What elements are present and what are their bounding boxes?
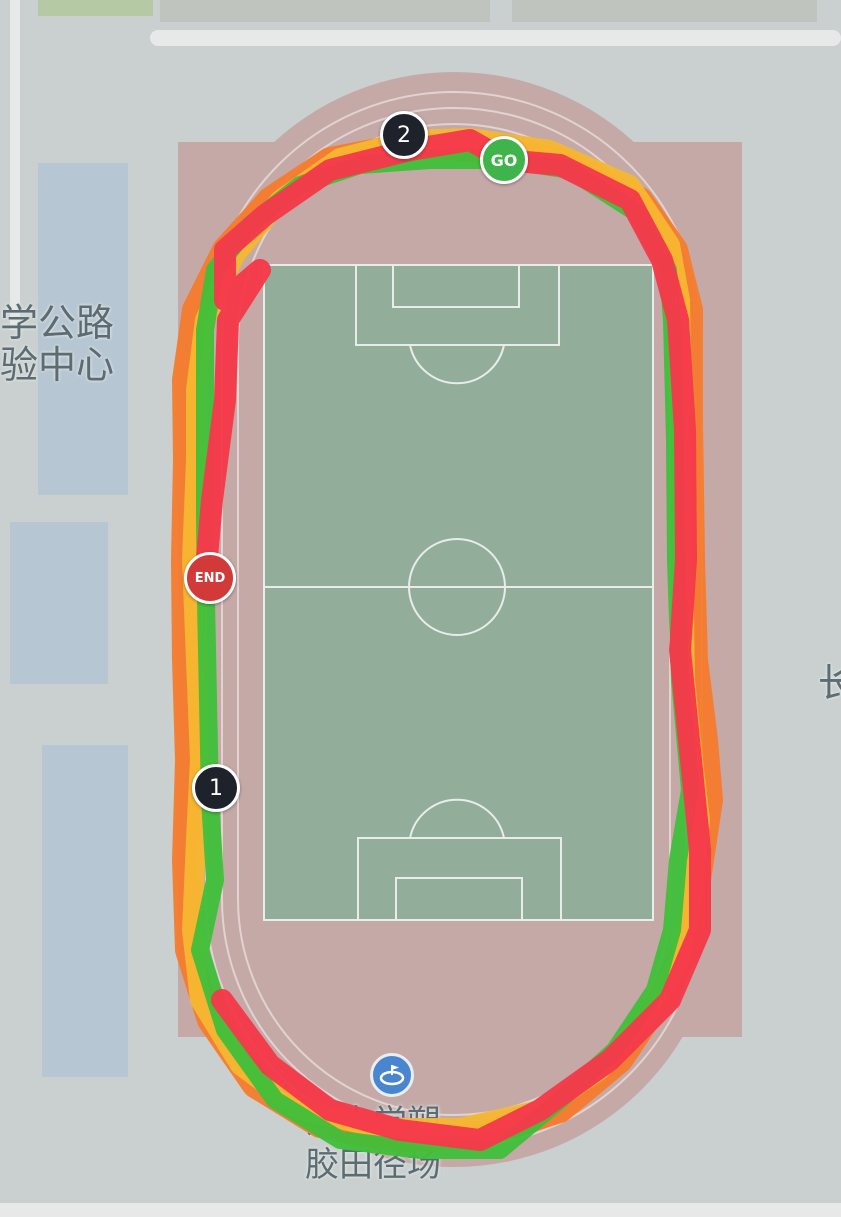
route-segment-red (194, 129, 711, 1151)
start-marker[interactable]: GO (480, 136, 528, 184)
km-marker-1[interactable]: 1 (192, 764, 240, 812)
km-marker-2[interactable]: 2 (380, 111, 428, 159)
route-segment-orange (171, 132, 723, 1153)
end-marker[interactable]: END (184, 552, 236, 604)
route-segment-green (191, 151, 699, 1159)
route-segment-yellow (182, 128, 710, 1138)
route-layer (171, 128, 723, 1159)
stadium-glyph (379, 1065, 405, 1086)
map-view[interactable]: 学公路 验中心 长 东大学塑 胶田径场 GO END 1 2 (0, 0, 841, 1217)
stadium-icon[interactable] (370, 1053, 414, 1097)
